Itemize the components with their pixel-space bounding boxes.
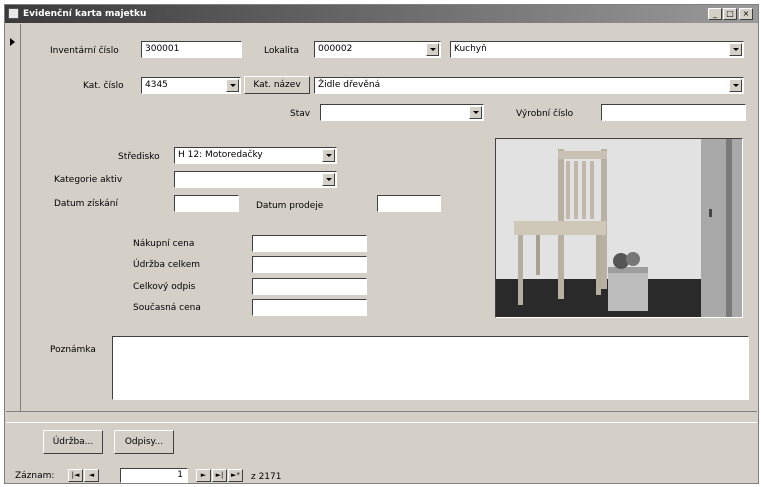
soucasna-cena-field[interactable]	[252, 299, 367, 316]
odpisy-button[interactable]: Odpisy...	[114, 430, 174, 454]
minimize-button[interactable]: _	[708, 8, 722, 20]
celkovy-odpis-label: Celkový odpis	[133, 282, 196, 292]
stredisko-dropdown-icon[interactable]	[322, 149, 335, 162]
new-record-icon[interactable]: ►*	[228, 469, 243, 482]
chair-photo-image	[496, 139, 742, 317]
lokalita-code-dropdown-icon[interactable]	[426, 43, 439, 56]
record-selector[interactable]	[6, 24, 21, 411]
inventarni-cislo-field[interactable]: 300001	[141, 41, 242, 58]
soucasna-cena-label: Současná cena	[133, 303, 201, 313]
kat-cislo-dropdown-icon[interactable]	[226, 79, 239, 92]
inventarni-cislo-label: Inventární číslo	[50, 46, 119, 56]
udrzba-celkem-field[interactable]	[252, 256, 367, 273]
asset-photo	[495, 138, 743, 318]
nakupni-cena-field[interactable]	[252, 235, 367, 252]
udrzba-button[interactable]: Údržba...	[43, 430, 103, 454]
kat-cislo-value: 4345	[145, 80, 168, 90]
poznamka-textarea[interactable]	[112, 336, 749, 400]
kategorie-aktiv-dropdown-icon[interactable]	[322, 173, 335, 186]
datum-ziskani-label: Datum získání	[54, 199, 118, 209]
first-record-icon[interactable]: |◄	[68, 469, 83, 482]
nakupni-cena-label: Nákupní cena	[133, 239, 195, 249]
stav-label: Stav	[290, 109, 311, 119]
stredisko-label: Středisko	[118, 152, 160, 162]
last-record-icon[interactable]: ►|	[212, 469, 227, 482]
kat-nazev-dropdown-icon[interactable]	[729, 79, 742, 92]
kategorie-aktiv-combo[interactable]	[174, 171, 337, 188]
lokalita-name-combo[interactable]: Kuchyň	[450, 41, 744, 58]
maximize-button[interactable]: □	[723, 8, 737, 20]
record-total-label: z 2171	[251, 472, 282, 482]
udrzba-celkem-label: Údržba celkem	[133, 260, 200, 270]
form-footer-separator	[6, 411, 757, 423]
stav-dropdown-icon[interactable]	[469, 106, 482, 119]
window-title: Evidenční karta majetku	[23, 9, 147, 19]
stredisko-combo[interactable]: H 12: Motoredačky	[174, 147, 337, 164]
kat-nazev-value: Židle dřevěná	[318, 80, 381, 90]
vyrobni-cislo-label: Výrobní číslo	[516, 109, 574, 119]
record-number-field[interactable]: 1	[120, 468, 188, 483]
lokalita-code-value: 000002	[318, 44, 353, 54]
kat-nazev-combo[interactable]: Židle dřevěná	[314, 77, 744, 94]
datum-prodeje-field[interactable]	[377, 195, 441, 212]
celkovy-odpis-field[interactable]	[252, 278, 367, 295]
vyrobni-cislo-field[interactable]	[601, 104, 746, 121]
title-bar[interactable]: Evidenční karta majetku _ □ ×	[5, 5, 758, 23]
prev-record-icon[interactable]: ◄	[84, 469, 99, 482]
kat-nazev-button[interactable]: Kat. název	[244, 76, 310, 94]
lokalita-name-dropdown-icon[interactable]	[729, 43, 742, 56]
lokalita-label: Lokalita	[264, 46, 299, 56]
next-record-icon[interactable]: ►	[196, 469, 211, 482]
poznamka-label: Poznámka	[50, 345, 96, 355]
current-record-arrow-icon	[10, 38, 15, 46]
record-nav-label: Záznam:	[15, 471, 55, 481]
stredisko-value: H 12: Motoredačky	[178, 150, 263, 160]
close-button[interactable]: ×	[739, 8, 753, 20]
datum-prodeje-label: Datum prodeje	[256, 201, 324, 211]
lokalita-code-combo[interactable]: 000002	[314, 41, 441, 58]
lokalita-name-value: Kuchyň	[454, 44, 487, 54]
kat-cislo-label: Kat. číslo	[83, 81, 124, 91]
form-icon	[8, 8, 19, 19]
stav-combo[interactable]	[320, 104, 484, 121]
datum-ziskani-field[interactable]	[174, 195, 239, 212]
kategorie-aktiv-label: Kategorie aktiv	[54, 175, 123, 185]
